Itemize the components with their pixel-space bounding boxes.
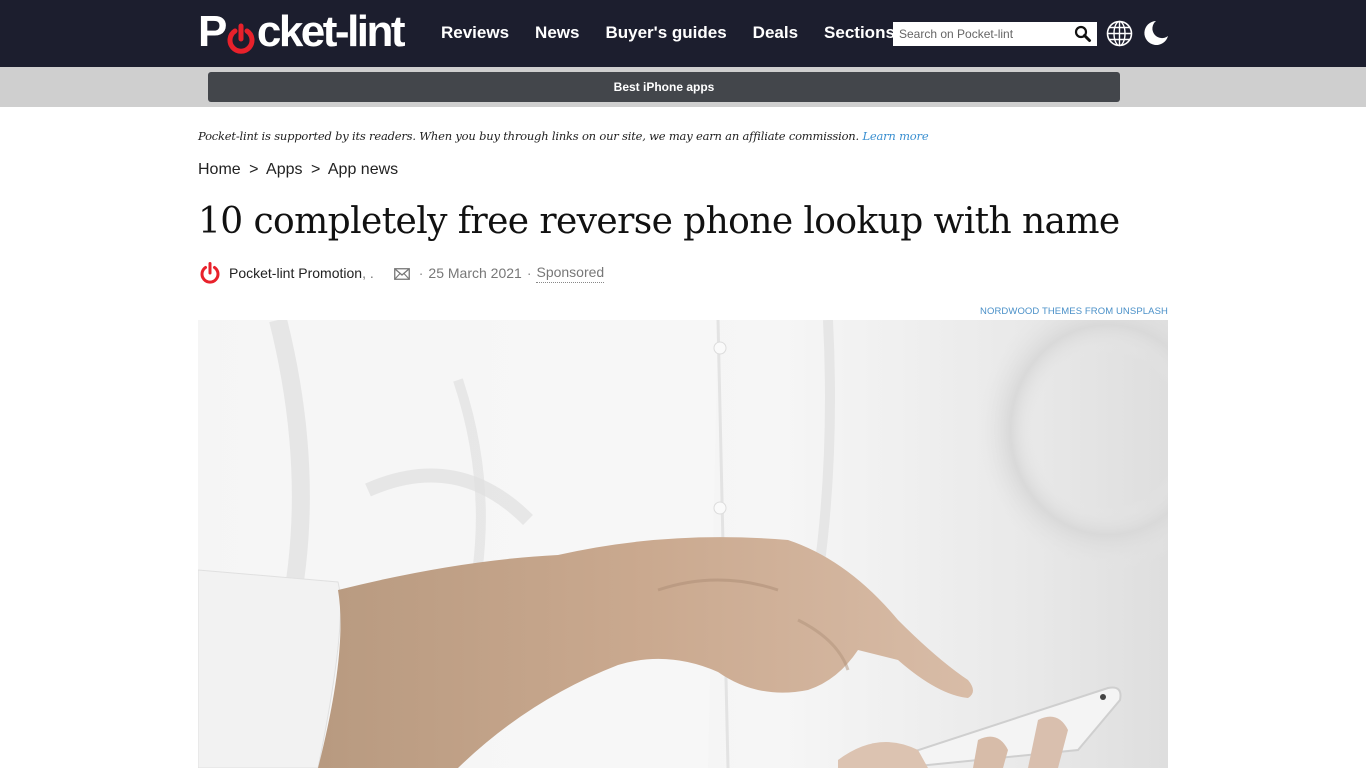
search-icon[interactable] (1073, 24, 1093, 44)
affiliate-disclaimer: Pocket-lint is supported by its readers.… (198, 129, 929, 143)
site-logo[interactable]: P cket-lint (198, 7, 406, 56)
hero-illustration (198, 320, 1168, 768)
sleeve (198, 569, 341, 768)
author-link[interactable]: Pocket-lint Promotion (229, 265, 362, 281)
globe-icon[interactable] (1106, 20, 1133, 47)
nav-deals[interactable]: Deals (753, 23, 798, 43)
byline-separator: · (418, 265, 424, 281)
moon-icon[interactable] (1142, 19, 1170, 47)
nav-buyers-guides[interactable]: Buyer's guides (605, 23, 726, 43)
logo-text-end: cket-lint (256, 7, 406, 56)
article-byline: Pocket-lint Promotion , . · 25 March 202… (198, 261, 605, 285)
nav-reviews[interactable]: Reviews (441, 23, 509, 43)
breadcrumb: Home > Apps > App news (198, 161, 398, 179)
hero-image (198, 320, 1168, 768)
search-input[interactable] (893, 22, 1069, 46)
best-iphone-apps-button[interactable]: Best iPhone apps (208, 72, 1120, 102)
nav-news[interactable]: News (535, 23, 579, 43)
sponsored-label[interactable]: Sponsored (536, 264, 605, 283)
disclaimer-text: Pocket-lint is supported by its readers.… (198, 129, 859, 143)
breadcrumb-separator: > (310, 161, 321, 178)
breadcrumb-home[interactable]: Home (198, 161, 241, 178)
breadcrumb-separator: > (249, 161, 259, 178)
article-title: 10 completely free reverse phone lookup … (198, 201, 1120, 242)
publish-date: 25 March 2021 (428, 265, 522, 281)
byline-separator: · (526, 265, 532, 281)
learn-more-link[interactable]: Learn more (862, 129, 928, 143)
breadcrumb-apps[interactable]: Apps (266, 161, 302, 178)
author-power-icon (198, 261, 222, 285)
logo-text-start: P (198, 7, 227, 56)
author-suffix: , . (362, 265, 374, 281)
promo-bar: Best iPhone apps (0, 67, 1366, 107)
image-credit-link[interactable]: NORDWOOD THEMES FROM UNSPLASH (980, 306, 1168, 317)
mail-icon[interactable] (393, 267, 410, 280)
power-icon (226, 17, 256, 54)
search-box (893, 22, 1097, 46)
main-nav: Reviews News Buyer's guides Deals Sectio… (441, 23, 921, 43)
nav-sections[interactable]: Sections (824, 23, 895, 43)
breadcrumb-app-news[interactable]: App news (328, 161, 398, 178)
top-navbar: P cket-lint Reviews News Buyer's guides … (0, 0, 1366, 67)
